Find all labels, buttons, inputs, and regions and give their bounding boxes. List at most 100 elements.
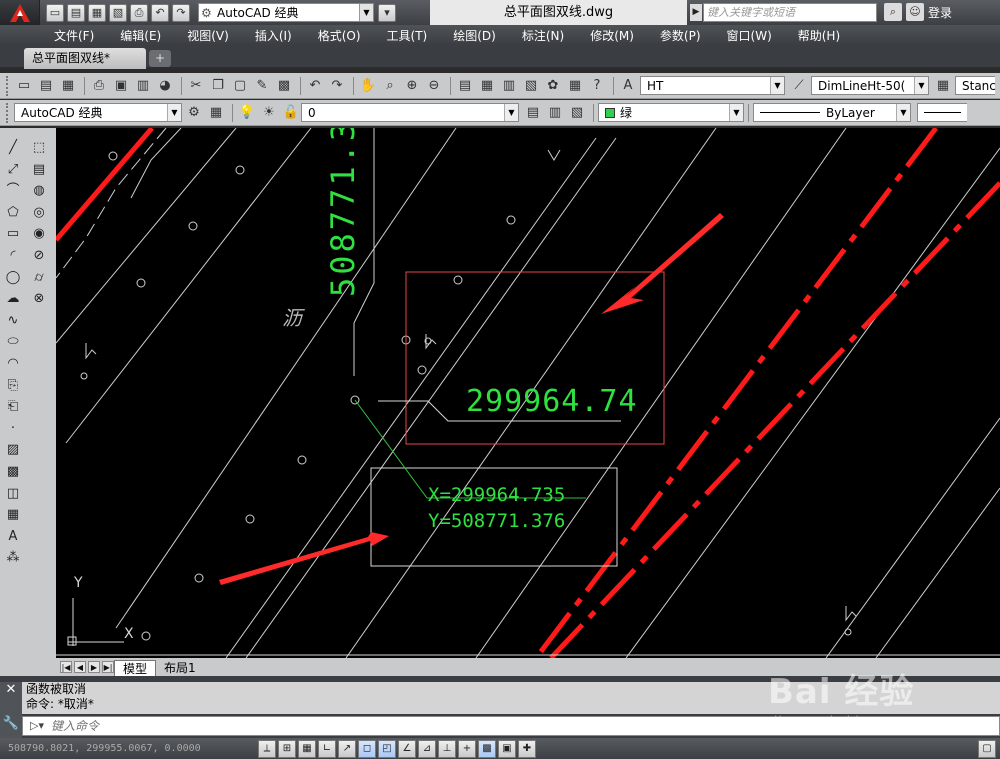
menu-dimension[interactable]: 标注(N) xyxy=(522,27,564,44)
prev-layout-icon[interactable]: ◀ xyxy=(74,661,86,673)
markup-icon[interactable]: ✿ xyxy=(543,76,563,96)
print-icon[interactable]: ⎙ xyxy=(130,3,148,22)
3d-box-icon[interactable]: ⬚ xyxy=(29,138,49,158)
menu-draw[interactable]: 绘图(D) xyxy=(453,27,496,44)
dim-style-select[interactable]: DimLineHt-50( ▼ xyxy=(811,76,929,95)
zoom-window-icon[interactable]: ⊕ xyxy=(402,76,422,96)
new-tab-button[interactable]: + xyxy=(149,50,171,67)
tool-palettes-icon[interactable]: ▥ xyxy=(499,76,519,96)
gear-icon[interactable]: ⚙ xyxy=(184,103,204,123)
help-icon[interactable]: ? xyxy=(587,76,607,96)
erase-geo-icon[interactable]: ⊗ xyxy=(29,289,49,309)
globe-icon[interactable]: ◉ xyxy=(29,224,49,244)
publish-icon[interactable]: ▥ xyxy=(133,76,153,96)
make-block-icon[interactable]: ⎗ xyxy=(3,397,23,417)
properties-icon[interactable]: ▤ xyxy=(455,76,475,96)
cylinder-icon[interactable]: ⌭ xyxy=(29,268,49,288)
prompt-icon[interactable]: ▷▾ xyxy=(23,717,51,735)
sphere-cut-icon[interactable]: ⊘ xyxy=(29,246,49,266)
layer-select[interactable]: 0 ▼ xyxy=(301,103,519,122)
hatch-icon[interactable]: ▨ xyxy=(3,440,23,460)
ellipse-icon[interactable]: ⬭ xyxy=(3,332,23,352)
3d-osnap-icon[interactable]: ◰ xyxy=(378,739,396,758)
menu-format[interactable]: 格式(O) xyxy=(318,27,361,44)
binoculars-icon[interactable]: ⌕ xyxy=(884,3,902,21)
open-icon[interactable]: ▤ xyxy=(36,76,56,96)
add-selected-icon[interactable]: ⁂ xyxy=(3,548,23,568)
quick-properties-icon[interactable]: ▣ xyxy=(498,739,516,758)
polygon-icon[interactable]: ⬠ xyxy=(3,203,23,223)
new-icon[interactable]: ▭ xyxy=(14,76,34,96)
globe-add-icon[interactable]: ◍ xyxy=(29,181,49,201)
block-editor-icon[interactable]: ▩ xyxy=(274,76,294,96)
spline-icon[interactable]: ∿ xyxy=(3,311,23,331)
zoom-realtime-icon[interactable]: ⌕ xyxy=(380,76,400,96)
transparency-icon[interactable]: ▩ xyxy=(478,739,496,758)
preview-icon[interactable]: ▣ xyxy=(111,76,131,96)
open-icon[interactable]: ▤ xyxy=(67,3,85,22)
tab-drawing[interactable]: 总平面图双线* xyxy=(24,48,146,69)
workspace-selector[interactable]: ⚙ AutoCAD 经典 ▼ xyxy=(198,3,374,22)
grid-icon[interactable]: ▦ xyxy=(298,739,316,758)
tab-layout1[interactable]: 布局1 xyxy=(156,660,204,676)
globe-edit-icon[interactable]: ◎ xyxy=(29,203,49,223)
workspace-settings-icon[interactable]: ▦ xyxy=(206,103,226,123)
customize-qat-icon[interactable]: ▾ xyxy=(378,3,396,22)
undo-icon[interactable]: ↶ xyxy=(151,3,169,22)
region-icon[interactable]: ◫ xyxy=(3,484,23,504)
save-as-icon[interactable]: ▧ xyxy=(109,3,127,22)
menu-edit[interactable]: 编辑(E) xyxy=(120,27,161,44)
search-input[interactable]: 键入关键字或短语 xyxy=(703,3,877,22)
next-layout-icon[interactable]: ▶ xyxy=(88,661,100,673)
make-current-icon[interactable]: ▥ xyxy=(545,103,565,123)
ortho-icon[interactable]: ∟ xyxy=(318,739,336,758)
table-style-select[interactable]: Stanc xyxy=(955,76,996,95)
construction-line-icon[interactable]: ⤢ xyxy=(3,160,23,180)
menu-window[interactable]: 窗口(W) xyxy=(727,27,772,44)
save-icon[interactable]: ▦ xyxy=(88,3,106,22)
line-icon[interactable]: ╱ xyxy=(3,138,23,158)
dyn-icon[interactable]: ⊥ xyxy=(438,739,456,758)
ellipse-arc-icon[interactable]: ◠ xyxy=(3,354,23,374)
pan-icon[interactable]: ✋ xyxy=(358,76,378,96)
linetype-select[interactable]: ByLayer ▼ xyxy=(753,103,911,122)
redo-icon[interactable]: ↷ xyxy=(327,76,347,96)
save-icon[interactable]: ▦ xyxy=(58,76,78,96)
paste-icon[interactable]: ▢ xyxy=(230,76,250,96)
layer-properties-icon[interactable]: ▤ xyxy=(523,103,543,123)
menu-insert[interactable]: 插入(I) xyxy=(255,27,292,44)
toolbar-grip[interactable] xyxy=(6,75,10,96)
drawing-canvas[interactable]: 508771.38 沥 299964.74 X=299964.735 Y=508… xyxy=(56,128,1000,658)
layer-previous-icon[interactable]: ▧ xyxy=(567,103,587,123)
osnap-icon[interactable]: ◻ xyxy=(358,739,376,758)
lineweight-select[interactable] xyxy=(917,103,967,122)
insert-block-icon[interactable]: ⎘ xyxy=(3,376,23,396)
print-icon[interactable]: ⎙ xyxy=(89,76,109,96)
lineweight-icon[interactable]: + xyxy=(458,739,476,758)
cut-icon[interactable]: ✂ xyxy=(186,76,206,96)
copy-icon[interactable]: ❐ xyxy=(208,76,228,96)
selection-cycling-icon[interactable]: ✚ xyxy=(518,739,536,758)
text-style-select[interactable]: HT ▼ xyxy=(640,76,785,95)
color-select[interactable]: 绿 ▼ xyxy=(598,103,744,122)
menu-tools[interactable]: 工具(T) xyxy=(387,27,428,44)
menu-help[interactable]: 帮助(H) xyxy=(798,27,840,44)
mtext-icon[interactable]: A xyxy=(3,527,23,547)
user-icon[interactable]: ☺ xyxy=(906,3,924,21)
table-icon[interactable]: ▦ xyxy=(3,505,23,525)
rectangle-icon[interactable]: ▭ xyxy=(3,224,23,244)
new-icon[interactable]: ▭ xyxy=(46,3,64,22)
zoom-previous-icon[interactable]: ⊖ xyxy=(424,76,444,96)
design-center-icon[interactable]: ▦ xyxy=(477,76,497,96)
undo-icon[interactable]: ↶ xyxy=(305,76,325,96)
ducs-icon[interactable]: ⊿ xyxy=(418,739,436,758)
toolbar-grip[interactable] xyxy=(6,102,10,123)
redo-icon[interactable]: ↷ xyxy=(172,3,190,22)
workspace-select[interactable]: AutoCAD 经典 ▼ xyxy=(14,103,182,122)
point-icon[interactable]: · xyxy=(3,419,23,439)
infer-constraints-icon[interactable]: ⟂ xyxy=(258,739,276,758)
tab-model[interactable]: 模型 xyxy=(114,660,157,676)
application-menu-button[interactable] xyxy=(0,0,40,25)
close-icon[interactable]: ✕ xyxy=(0,682,22,702)
login-link[interactable]: 登录 xyxy=(928,4,952,21)
